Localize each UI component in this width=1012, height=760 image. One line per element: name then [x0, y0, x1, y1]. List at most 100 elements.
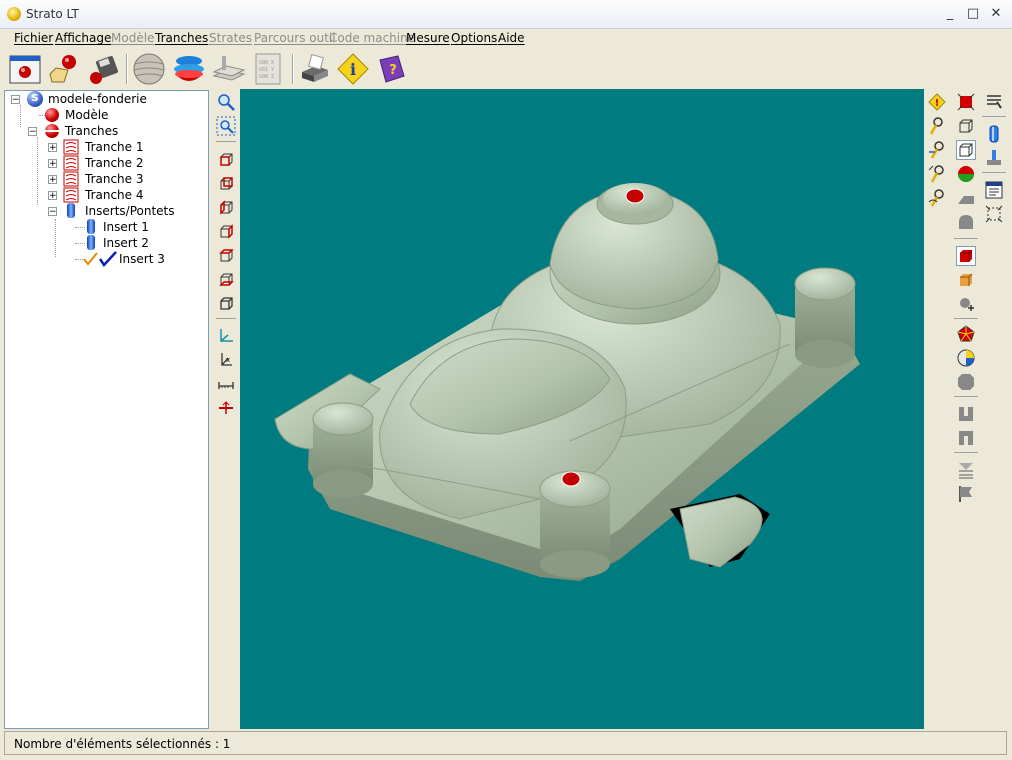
view-right-icon[interactable] [216, 222, 236, 242]
tree-label-slice: Tranche 3 [85, 172, 144, 186]
expand-icon[interactable]: + [48, 159, 57, 169]
view-bottom-icon[interactable] [216, 270, 236, 290]
step-icon[interactable] [956, 404, 976, 424]
expand-icon[interactable]: + [48, 175, 57, 185]
tree-label-slice: Tranche 1 [85, 140, 144, 154]
close-button[interactable]: ✕ [986, 4, 1006, 24]
pin-route-icon[interactable] [927, 188, 947, 208]
pin-icon[interactable] [927, 116, 947, 136]
select-red-icon[interactable] [956, 92, 976, 112]
section-icon[interactable] [216, 398, 236, 418]
fill-shape-icon[interactable] [956, 188, 976, 208]
new-project-icon[interactable] [8, 52, 42, 86]
ladder-icon[interactable] [956, 460, 976, 480]
print-icon[interactable] [298, 52, 332, 86]
bbox-icon[interactable] [984, 204, 1004, 224]
help-book-icon[interactable]: ? [374, 52, 408, 86]
svg-text:x: x [226, 356, 230, 364]
slice-icon [63, 155, 79, 171]
pin-edit-icon[interactable] [927, 164, 947, 184]
tree-label-root: modele-fonderie [48, 92, 147, 106]
menu-modele[interactable]: Modèle [111, 31, 154, 45]
menu-bar: Fichier Affichage Modèle Tranches Strate… [0, 29, 1012, 49]
bell-shape-icon[interactable] [956, 212, 976, 232]
insert-cylinder-icon [67, 203, 75, 218]
window-title: Strato LT [26, 7, 79, 21]
insert-cylinder-icon [87, 235, 95, 250]
tree-label-inserts: Inserts/Pontets [85, 204, 175, 218]
clamp-icon[interactable] [984, 148, 1004, 168]
pie-icon[interactable] [956, 348, 976, 368]
view-top-icon[interactable] [216, 246, 236, 266]
app-icon [7, 7, 21, 21]
view-front-icon[interactable] [216, 150, 236, 170]
expand-icon[interactable]: + [48, 191, 57, 201]
axes-icon[interactable] [216, 326, 236, 346]
insert-cylinder-icon[interactable] [984, 124, 1004, 144]
svg-text:G00 X: G00 X [259, 60, 274, 66]
tree-label-slices: Tranches [65, 124, 119, 138]
menu-parcours-outil[interactable]: Parcours outil [254, 31, 336, 45]
menu-aide[interactable]: Aide [498, 31, 525, 45]
gcode-icon[interactable]: G00 X G01 Y G00 Z [252, 52, 286, 86]
menu-mesure[interactable]: Mesure [406, 31, 450, 45]
zoom-window-icon[interactable] [216, 92, 236, 112]
model-tree-panel: − S modele-fonderie Modèle − Tranches + … [4, 90, 209, 729]
red-cube-icon[interactable] [956, 246, 976, 266]
casting-model [274, 183, 860, 581]
zoom-fit-icon[interactable] [216, 116, 236, 136]
measure-icon[interactable] [216, 374, 236, 394]
rotate-icon[interactable] [956, 294, 976, 314]
tree-label-insert: Insert 1 [103, 220, 149, 234]
layers-icon[interactable] [212, 52, 246, 86]
axes-3d-icon[interactable]: x [216, 350, 236, 370]
probe-icon[interactable] [984, 92, 1004, 112]
save-icon[interactable] [86, 52, 120, 86]
collapse-icon[interactable]: − [28, 127, 37, 137]
menu-options[interactable]: Options [451, 31, 497, 45]
expand-icon[interactable]: + [48, 143, 57, 153]
maximize-button[interactable]: □ [963, 4, 983, 24]
flag-icon[interactable] [956, 484, 976, 504]
open-model-icon[interactable] [46, 52, 80, 86]
step-alt-icon[interactable] [956, 428, 976, 448]
red-polyhedron-icon[interactable] [956, 324, 976, 344]
warning-icon[interactable]: ! [927, 92, 947, 112]
view-iso-icon[interactable] [216, 294, 236, 314]
collapse-icon[interactable]: − [11, 95, 20, 105]
slice-icon [63, 187, 79, 203]
tree-label-insert: Insert 3 [119, 252, 165, 266]
octagon-icon[interactable] [956, 372, 976, 392]
insert-cylinder-icon [87, 219, 95, 234]
status-bar: Nombre d'éléments sélectionnés : 1 [4, 731, 1007, 755]
menu-affichage[interactable]: Affichage [55, 31, 111, 45]
tree-label-slice: Tranche 2 [85, 156, 144, 170]
tree-label-model: Modèle [65, 108, 109, 122]
svg-text:G00 Z: G00 Z [259, 74, 274, 80]
svg-text:i: i [350, 60, 356, 79]
view-left-icon[interactable] [216, 198, 236, 218]
collapse-icon[interactable]: − [48, 207, 57, 217]
menu-fichier[interactable]: Fichier [14, 31, 53, 45]
hidden-cube-icon[interactable] [956, 140, 976, 160]
slices-sphere-icon [45, 124, 59, 138]
wire-cube-icon[interactable] [956, 116, 976, 136]
pin-move-icon[interactable] [927, 140, 947, 160]
shaded-sphere-icon[interactable] [956, 164, 976, 184]
selection-count-text: Nombre d'éléments sélectionnés : 1 [14, 737, 231, 751]
3d-viewport[interactable] [240, 89, 924, 729]
menu-tranches[interactable]: Tranches [155, 31, 208, 45]
slice-icon [63, 171, 79, 187]
menu-strates[interactable]: Strates [209, 31, 252, 45]
model-sphere-icon[interactable] [132, 52, 166, 86]
title-bar: Strato LT _ □ ✕ [0, 0, 1012, 29]
minimize-button[interactable]: _ [940, 4, 960, 24]
view-back-icon[interactable] [216, 174, 236, 194]
model-sphere-icon [45, 108, 59, 122]
menu-code-machine[interactable]: Code machine [329, 31, 415, 45]
info-icon[interactable]: i [336, 52, 370, 86]
slices-icon[interactable] [172, 52, 206, 86]
strato-project-icon: S [27, 91, 43, 107]
orange-cube-icon[interactable] [956, 270, 976, 290]
report-icon[interactable] [984, 180, 1004, 200]
